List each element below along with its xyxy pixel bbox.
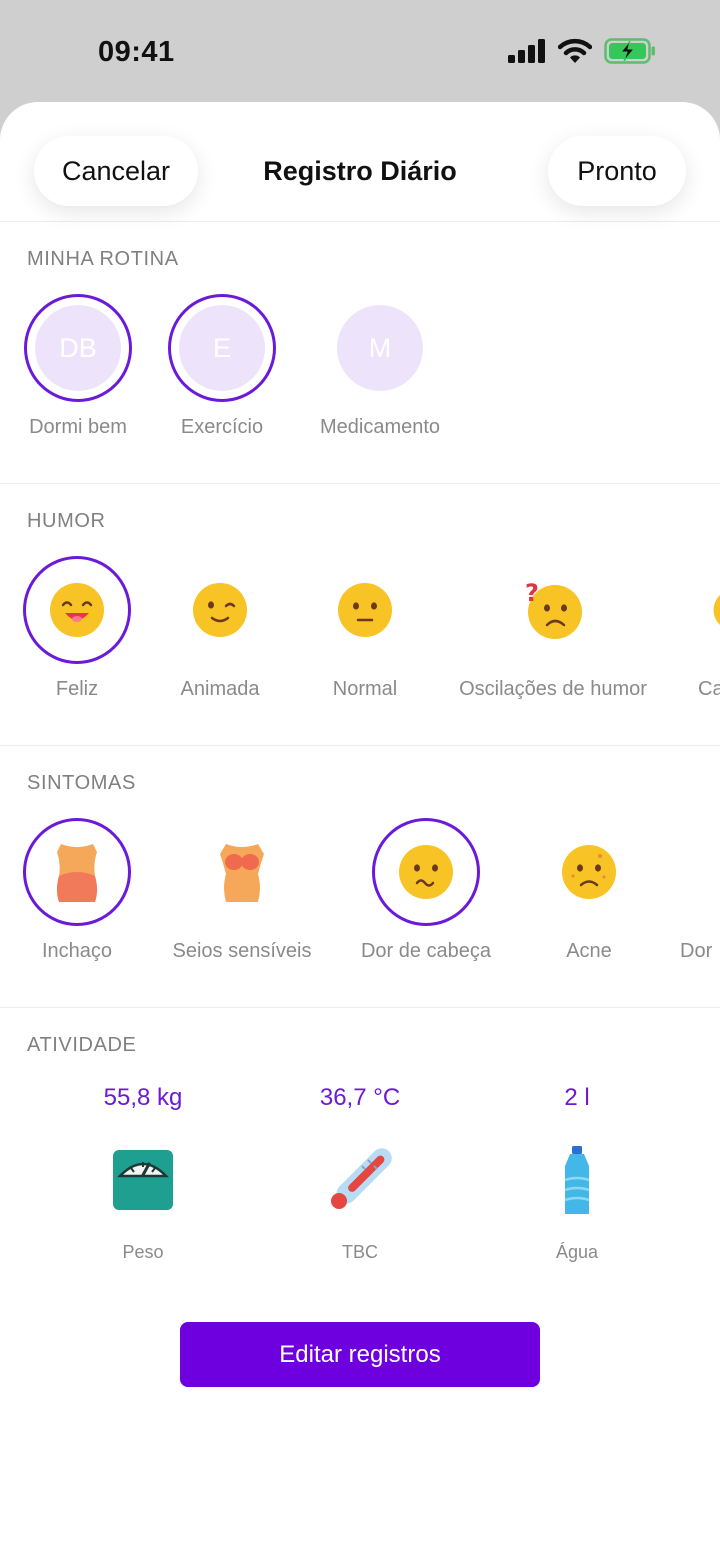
routine-initials-avatar: M xyxy=(337,305,423,391)
routine-section: MINHA ROTINA DB Dormi bem E Exercício M … xyxy=(0,222,720,484)
mood-unselected-circle xyxy=(696,556,720,664)
acne-face-icon xyxy=(562,845,616,899)
symptom-item-label: Acne xyxy=(566,940,612,962)
routine-initials-avatar: E xyxy=(179,305,265,391)
symptom-item-label: Dor xyxy=(680,940,713,962)
routine-item-label: Medicamento xyxy=(319,416,441,438)
mood-item-label: Normal xyxy=(332,678,398,700)
mood-item-label: Animada xyxy=(180,678,260,700)
activity-section: ATIVIDADE 55,8 kg Peso 36,7 °C TBC 2 l Á… xyxy=(0,1008,720,1308)
symptom-item-headache[interactable]: Dor de cabeça xyxy=(350,818,502,963)
water-label: Água xyxy=(555,1242,599,1262)
routine-section-title: MINHA ROTINA xyxy=(27,248,179,270)
sensitive-breasts-icon xyxy=(220,844,264,902)
scale-icon[interactable] xyxy=(103,1138,183,1218)
mood-unselected-circle xyxy=(166,556,274,664)
edit-records-button[interactable]: Editar registros xyxy=(180,1322,540,1387)
symptom-unselected-circle xyxy=(535,818,643,926)
routine-initials-avatar: DB xyxy=(35,305,121,391)
weight-value[interactable]: 55,8 kg xyxy=(53,1084,233,1112)
routine-item-medication[interactable]: M Medicamento xyxy=(310,294,450,439)
symptom-selected-ring xyxy=(372,818,480,926)
headache-face-icon xyxy=(399,845,453,899)
symptom-unselected-circle xyxy=(680,818,720,926)
mood-unselected-circle: ? xyxy=(499,556,607,664)
mood-item-happy[interactable]: Feliz xyxy=(22,556,132,701)
water-value[interactable]: 2 l xyxy=(487,1084,667,1112)
water-bottle-icon[interactable] xyxy=(537,1138,617,1218)
symptom-item-pain[interactable]: Dor xyxy=(680,818,720,963)
neutral-face-icon xyxy=(338,583,392,637)
status-bar: 09:41 xyxy=(0,0,720,104)
confused-face-icon: ? xyxy=(525,579,582,639)
symptom-item-sensitive-breasts[interactable]: Seios sensíveis xyxy=(164,818,320,963)
symptom-selected-ring xyxy=(23,818,131,926)
happy-face-icon xyxy=(50,583,104,637)
status-icons xyxy=(508,38,656,64)
symptom-item-label: Inchaço xyxy=(41,940,113,962)
symptoms-section: SINTOMAS Inchaço Seios sensíveis Dor de … xyxy=(0,746,720,1008)
symptom-item-label: Dor de cabeça xyxy=(360,940,492,962)
wifi-icon xyxy=(558,38,592,63)
bloating-torso-icon xyxy=(57,844,97,902)
mood-section: HUMOR Feliz Animada Normal ? Oscilações … xyxy=(0,484,720,746)
temperature-label: TBC xyxy=(342,1242,378,1262)
symptom-item-acne[interactable]: Acne xyxy=(534,818,644,963)
mood-item-excited[interactable]: Animada xyxy=(165,556,275,701)
svg-text:?: ? xyxy=(525,579,539,607)
weight-label: Peso xyxy=(122,1242,164,1262)
mood-item-label: Ca xyxy=(698,678,720,700)
status-time: 09:41 xyxy=(98,36,175,68)
done-button[interactable]: Pronto xyxy=(548,136,686,206)
routine-item-label: Dormi bem xyxy=(29,416,127,438)
temperature-value[interactable]: 36,7 °C xyxy=(270,1084,450,1112)
cellular-signal-icon xyxy=(508,39,545,63)
symptom-unselected-circle xyxy=(188,818,296,926)
mood-item-normal[interactable]: Normal xyxy=(310,556,420,701)
mood-selected-ring xyxy=(23,556,131,664)
mood-unselected-circle xyxy=(311,556,419,664)
routine-item-exercise[interactable]: E Exercício xyxy=(167,294,277,439)
symptoms-section-title: SINTOMAS xyxy=(27,772,136,794)
face-icon xyxy=(713,595,720,625)
sheet-header: Cancelar Registro Diário Pronto xyxy=(0,102,720,222)
daily-log-sheet: Cancelar Registro Diário Pronto MINHA RO… xyxy=(0,102,720,1564)
winking-face-icon xyxy=(193,583,247,637)
mood-item-label: Oscilações de humor xyxy=(459,678,647,700)
routine-item-label: Exercício xyxy=(180,416,264,438)
routine-selected-ring: DB xyxy=(24,294,132,402)
symptom-item-label: Seios sensíveis xyxy=(172,940,312,962)
mood-item-mood-swings[interactable]: ? Oscilações de humor xyxy=(446,556,660,701)
routine-selected-ring: E xyxy=(168,294,276,402)
battery-charging-icon xyxy=(604,38,655,64)
routine-item-slept-well[interactable]: DB Dormi bem xyxy=(23,294,133,439)
routine-unselected-circle: M xyxy=(326,294,434,402)
mood-item-partial[interactable]: Ca xyxy=(696,556,720,701)
mood-section-title: HUMOR xyxy=(27,510,106,532)
symptom-item-bloating[interactable]: Inchaço xyxy=(22,818,132,963)
activity-section-title: ATIVIDADE xyxy=(27,1034,137,1056)
thermometer-icon[interactable] xyxy=(322,1138,402,1218)
mood-item-label: Feliz xyxy=(55,678,99,700)
